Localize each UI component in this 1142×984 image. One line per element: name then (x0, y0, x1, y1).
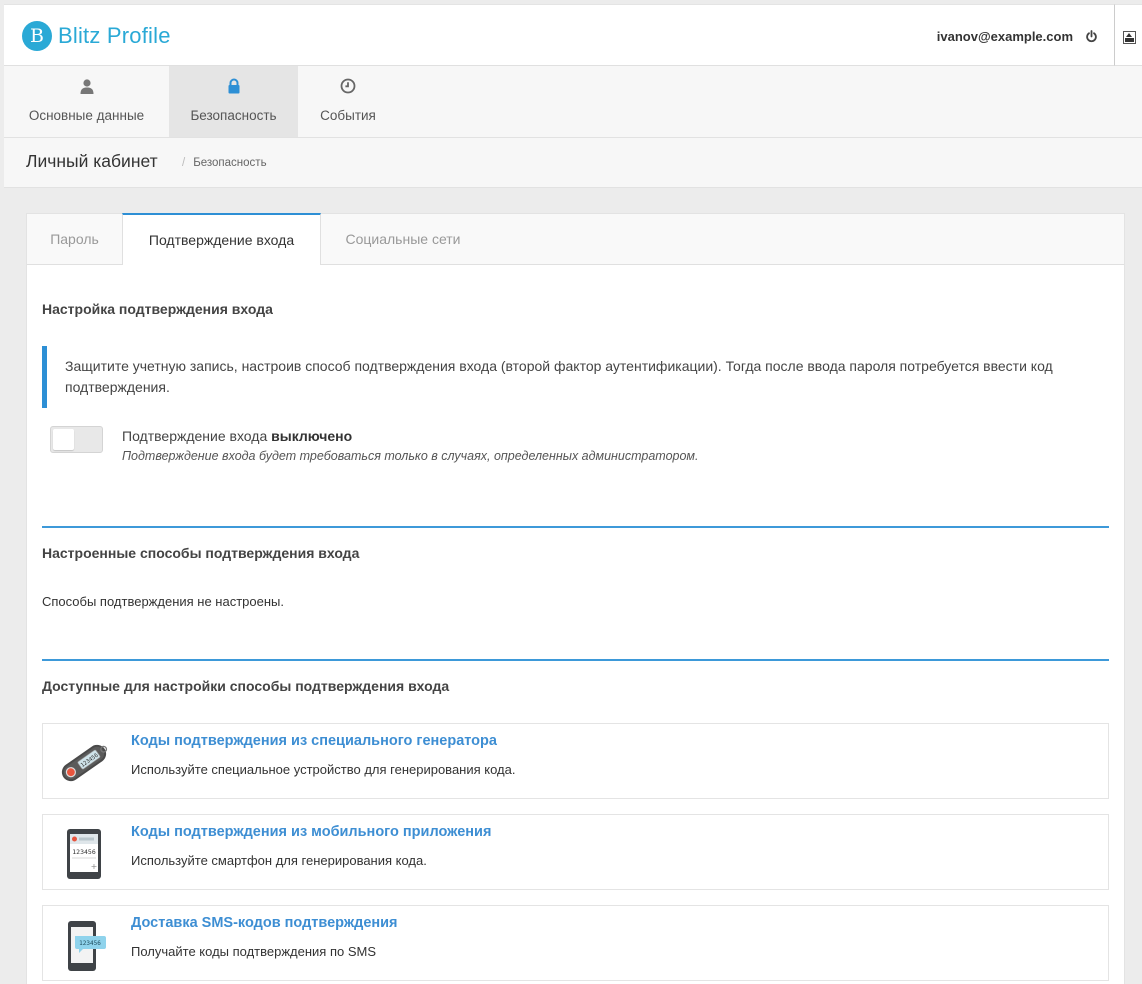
toggle-hint: Подтверждение входа будет требоваться то… (122, 449, 699, 463)
breadcrumb-current: Безопасность (193, 157, 267, 169)
section-divider (42, 526, 1109, 528)
lock-icon (226, 78, 242, 94)
authenticator-app-icon: 123456 + (57, 827, 111, 881)
available-section-title: Доступные для настройки способы подтверж… (42, 678, 450, 694)
method-title[interactable]: Коды подтверждения из мобильного приложе… (131, 824, 491, 840)
method-sms[interactable]: 123456 Доставка SMS-кодов подтверждения … (42, 905, 1109, 981)
tab-login-confirmation[interactable]: Подтверждение входа (122, 213, 321, 265)
nav-item-basic-data[interactable]: Основные данные (4, 66, 169, 137)
method-hardware-token[interactable]: 123456 Коды подтверждения из специальног… (42, 723, 1109, 799)
user-email[interactable]: ivanov@example.com (937, 29, 1073, 44)
method-title[interactable]: Доставка SMS-кодов подтверждения (131, 915, 398, 931)
setup-section-title: Настройка подтверждения входа (42, 301, 273, 317)
blitz-logo-icon: B (22, 21, 52, 51)
collapse-side-button[interactable] (1114, 4, 1142, 66)
toggle-knob (53, 429, 74, 450)
primary-nav: Основные данные Безопасность События (4, 66, 1142, 138)
brand-logo[interactable]: B Blitz Profile (22, 21, 171, 51)
sms-code: 123456 (79, 940, 101, 947)
method-title[interactable]: Коды подтверждения из специального генер… (131, 733, 497, 749)
toggle-state: выключено (271, 428, 353, 444)
brand-name: Blitz Profile (58, 23, 171, 48)
app-header: B Blitz Profile ivanov@example.com (4, 4, 1114, 66)
breadcrumb: / Безопасность (182, 157, 267, 169)
user-icon (79, 78, 95, 94)
configured-section-title: Настроенные способы подтверждения входа (42, 545, 360, 561)
tab-bar: Пароль Подтверждение входа Социальные се… (27, 213, 1124, 265)
svg-text:+: + (91, 862, 98, 871)
nav-item-events[interactable]: События (298, 66, 398, 137)
app-code: 123456 (72, 848, 96, 856)
security-panel: Пароль Подтверждение входа Социальные се… (26, 213, 1125, 984)
logout-power-icon[interactable] (1085, 30, 1098, 43)
nav-item-label: Безопасность (190, 108, 277, 123)
nav-item-label: Основные данные (28, 108, 145, 123)
toggle-label: Подтверждение входа выключено (122, 428, 352, 444)
tab-social-networks[interactable]: Социальные сети (321, 214, 485, 265)
page-title: Личный кабинет (26, 151, 158, 171)
method-desc: Используйте смартфон для генерирования к… (131, 853, 427, 868)
user-area: ivanov@example.com (937, 29, 1098, 44)
tab-password[interactable]: Пароль (27, 214, 122, 265)
hardware-token-icon: 123456 (57, 736, 111, 790)
method-mobile-app[interactable]: 123456 + Коды подтверждения из мобильног… (42, 814, 1109, 890)
toggle-label-text: Подтверждение входа (122, 428, 268, 444)
logo-letter: B (30, 25, 44, 47)
nav-item-label: События (320, 108, 376, 123)
configured-empty-text: Способы подтверждения не настроены. (42, 594, 284, 609)
method-desc: Получайте коды подтверждения по SMS (131, 944, 377, 959)
eject-icon (1123, 31, 1136, 44)
nav-item-security[interactable]: Безопасность (169, 66, 298, 137)
breadcrumb-separator: / (182, 157, 186, 169)
info-callout: Защитите учетную запись, настроив способ… (42, 346, 1092, 408)
section-divider (42, 659, 1109, 661)
login-confirmation-toggle[interactable] (50, 426, 103, 453)
clock-icon (340, 78, 356, 94)
method-desc: Используйте специальное устройство для г… (131, 762, 516, 777)
sms-phone-icon: 123456 (57, 918, 111, 972)
page-heading: Личный кабинет / Безопасность (4, 138, 1142, 188)
